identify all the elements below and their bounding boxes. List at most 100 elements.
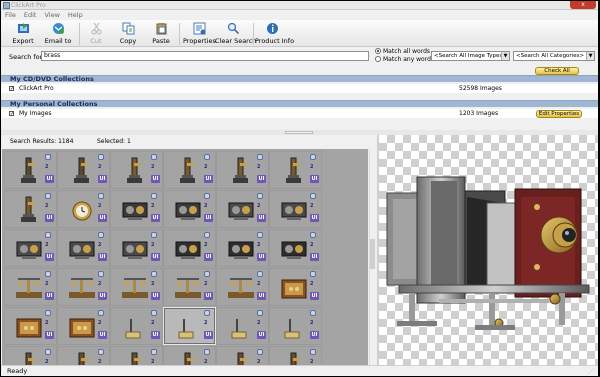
thumbnail-cell[interactable]: 2UI xyxy=(216,151,269,189)
multi-version-badge: 2 xyxy=(45,349,54,365)
thumbnail-cell[interactable]: 2UI xyxy=(269,268,322,306)
cut-icon xyxy=(91,22,101,35)
copy-button[interactable]: Copy xyxy=(117,22,139,46)
clear-search-label: Clear Search xyxy=(215,37,257,45)
ui-badge-icon: UI xyxy=(257,292,266,300)
export-button[interactable]: Export xyxy=(9,22,37,46)
thumbnail-cell[interactable]: 2UI xyxy=(216,190,269,228)
thumbnail-cell[interactable]: 2UI xyxy=(110,268,163,306)
thumbnail-cell[interactable]: 2UI xyxy=(269,151,322,189)
thumbnail-cell[interactable]: 2UI xyxy=(269,229,322,267)
thumbnail-image xyxy=(69,241,95,259)
thumbnail-cell[interactable]: 2UI xyxy=(163,307,216,345)
thumbnail-cell[interactable]: 2UI xyxy=(163,229,216,267)
splitter-grip[interactable] xyxy=(285,131,313,134)
export-label: Export xyxy=(12,37,34,45)
thumbnail-cell[interactable]: 2UI xyxy=(57,229,110,267)
product-info-button[interactable]: Product Info xyxy=(255,22,294,46)
thumbnail-cell[interactable]: 2UI xyxy=(57,190,110,228)
thumbnail-cell[interactable]: 2UI xyxy=(216,307,269,345)
multi-version-badge: 2 xyxy=(257,349,266,365)
scrollbar-thumb[interactable] xyxy=(370,239,375,269)
thumbnail-cell[interactable]: 2UI xyxy=(269,190,322,228)
thumbnail-cell[interactable]: 2UI xyxy=(110,190,163,228)
thumbnail-cell[interactable]: 2UI xyxy=(163,346,216,365)
checkbox-checked-icon[interactable]: ✓ xyxy=(9,111,14,117)
thumbnail-image xyxy=(74,157,89,183)
menu-bar: File Edit View Help xyxy=(1,11,598,20)
thumbnail-image xyxy=(175,241,201,259)
multi-version-badge: 2 xyxy=(204,154,213,170)
thumbnail-image xyxy=(122,202,148,220)
category-select[interactable]: <Search All Categories> ▼ xyxy=(513,51,595,61)
resize-grip-icon[interactable]: ⋰ xyxy=(588,368,596,375)
image-type-select[interactable]: <Search All Image Types> ▼ xyxy=(431,51,510,61)
multi-version-badge: 2 xyxy=(204,193,213,209)
thumbnail-image xyxy=(180,157,195,183)
checkbox-checked-icon[interactable]: ✓ xyxy=(9,86,14,92)
menu-help[interactable]: Help xyxy=(64,11,87,20)
match-all-radio[interactable]: Match all words xyxy=(375,48,430,56)
menu-edit[interactable]: Edit xyxy=(20,11,41,20)
chevron-down-icon: ▼ xyxy=(586,52,594,60)
ui-badge-icon: UI xyxy=(257,214,266,222)
multi-version-badge: 2 xyxy=(257,271,266,287)
multi-version-badge: 2 xyxy=(310,193,319,209)
ui-badge-icon: UI xyxy=(310,292,319,300)
copy-icon xyxy=(122,22,134,35)
close-button[interactable]: x xyxy=(570,1,596,9)
thumbnail-cell[interactable]: 2UI xyxy=(110,151,163,189)
clear-search-button[interactable]: Clear Search xyxy=(215,22,257,46)
multi-version-badge: 2 xyxy=(151,154,160,170)
thumbnail-cell[interactable]: 2UI xyxy=(4,151,57,189)
thumbnail-cell[interactable]: 2UI xyxy=(57,346,110,365)
thumbnail-cell[interactable]: 2UI xyxy=(110,229,163,267)
search-input[interactable]: brass xyxy=(41,51,369,61)
email-button[interactable]: Email to xyxy=(43,22,73,46)
thumbnail-cell[interactable]: 2UI xyxy=(163,268,216,306)
grid-scrollbar[interactable] xyxy=(369,149,375,365)
thumbnail-cell[interactable]: 2UI xyxy=(110,346,163,365)
collection-count: 52598 Images xyxy=(459,85,502,92)
multi-version-badge: 2 xyxy=(45,310,54,326)
thumbnail-cell[interactable]: 2UI xyxy=(269,307,322,345)
thumbnail-cell[interactable]: 2UI xyxy=(4,307,57,345)
thumbnail-cell[interactable]: 2UI xyxy=(269,346,322,365)
collection-name: ClickArt Pro xyxy=(19,85,54,92)
check-all-button[interactable]: Check All xyxy=(535,67,579,75)
thumbnail-cell[interactable]: 2UI xyxy=(57,307,110,345)
collection-row[interactable]: ✓ ClickArt Pro 52598 Images xyxy=(1,84,598,93)
ui-badge-icon: UI xyxy=(204,292,213,300)
ui-badge-icon: UI xyxy=(310,331,319,339)
search-label: Search for: xyxy=(9,53,45,61)
match-any-radio[interactable]: Match any word xyxy=(375,56,431,64)
thumbnail-cell[interactable]: 2UI xyxy=(4,190,57,228)
properties-button[interactable]: Properties xyxy=(183,22,216,46)
collection-row[interactable]: ✓ My Images 1203 Images xyxy=(1,109,598,118)
copy-label: Copy xyxy=(119,37,137,45)
thumbnail-cell[interactable]: 2UI xyxy=(163,190,216,228)
thumbnail-image xyxy=(228,278,254,298)
export-icon xyxy=(17,23,29,33)
thumbnail-cell[interactable]: 2 UI xyxy=(216,268,269,306)
edit-properties-button[interactable]: Edit Properties xyxy=(536,110,582,118)
thumbnail-cell[interactable]: 2UI xyxy=(216,229,269,267)
thumbnail-cell[interactable]: 2UI xyxy=(216,346,269,365)
ui-badge-icon: UI xyxy=(45,292,54,300)
paste-button[interactable]: Paste xyxy=(149,22,173,46)
thumbnail-cell[interactable]: 2UI xyxy=(57,151,110,189)
ui-badge-icon: UI xyxy=(204,331,213,339)
menu-file[interactable]: File xyxy=(1,11,20,20)
status-bar: Ready ⋰ xyxy=(1,365,598,376)
thumbnail-cell[interactable]: 2UI xyxy=(163,151,216,189)
thumbnail-image xyxy=(237,352,247,365)
thumbnail-cell[interactable]: 2UI xyxy=(57,268,110,306)
cut-button[interactable]: Cut xyxy=(85,22,107,46)
thumbnail-cell[interactable]: 2UI xyxy=(4,346,57,365)
menu-view[interactable]: View xyxy=(40,11,63,20)
ui-badge-icon: UI xyxy=(151,331,160,339)
thumbnail-cell[interactable]: 2UI xyxy=(4,229,57,267)
toolbar: Export Email to Cut Copy Paste Propertie… xyxy=(1,20,598,47)
thumbnail-cell[interactable]: 2UI xyxy=(4,268,57,306)
thumbnail-cell[interactable]: 2UI xyxy=(110,307,163,345)
